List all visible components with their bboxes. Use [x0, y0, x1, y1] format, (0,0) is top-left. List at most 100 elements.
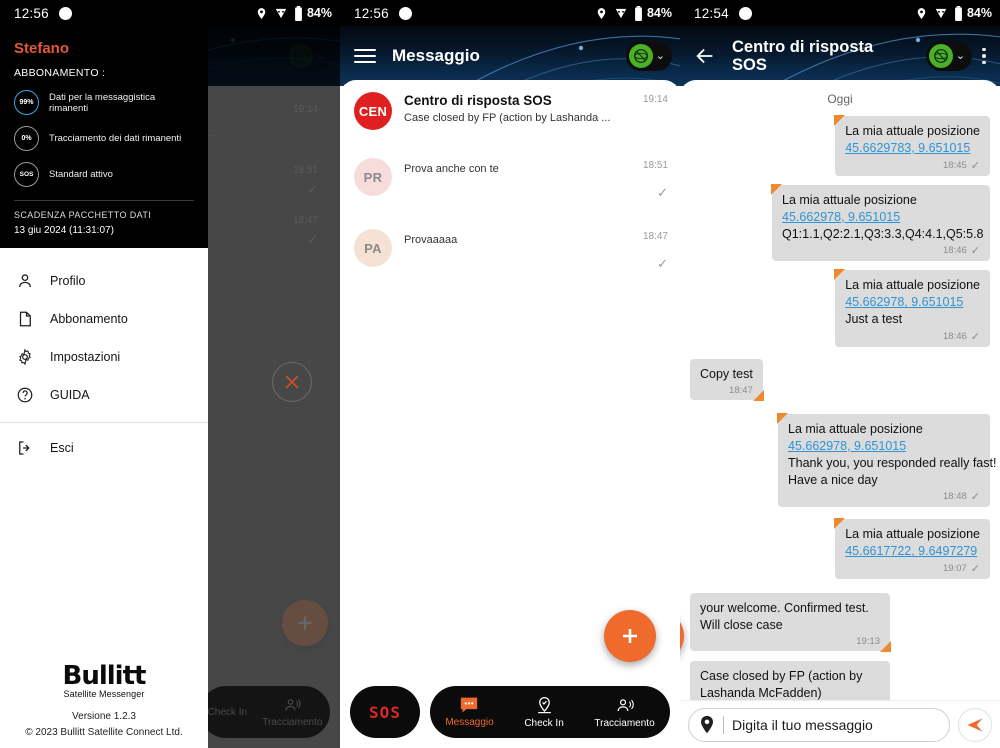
chat-bubble[interactable]: La mia attuale posizione 45.662978, 9.65…: [777, 412, 996, 508]
conversation-item[interactable]: PR Prova anche con te 18:51 ✓: [340, 140, 680, 211]
conversation-body: Centro di risposta SOS Case closed by FP…: [404, 92, 635, 124]
ghost-time-1: 19:14: [292, 104, 318, 115]
menu-item-profilo[interactable]: Profilo: [0, 262, 208, 300]
nav-item-messaggio[interactable]: Messaggio: [445, 696, 494, 728]
bubble-coordinates[interactable]: 45.662978, 9.651015: [845, 294, 980, 311]
delivery-tick-icon: ✓: [970, 159, 980, 172]
kebab-menu-icon[interactable]: [976, 47, 992, 65]
location-icon: [597, 7, 606, 19]
bubble-time: 18:48: [943, 491, 967, 503]
bubble-extra-line-2: Have a nice day: [788, 472, 878, 487]
bubble-coordinates[interactable]: 45.662978, 9.651015: [788, 438, 980, 455]
bubble-time: 18:47: [729, 384, 753, 396]
bubble-text: La mia attuale posizione: [788, 421, 923, 436]
status-icons: 84%: [915, 5, 992, 21]
conversation-item[interactable]: CEN Centro di risposta SOS Case closed b…: [340, 80, 680, 140]
vpn-icon: [615, 8, 627, 18]
bubble-coordinates[interactable]: 45.6629783, 9.651015: [845, 140, 980, 157]
quota-badge-tracking: 0%: [14, 126, 39, 151]
nav-item-checkin[interactable]: Check In: [524, 696, 564, 729]
status-time: 12:54: [694, 5, 729, 21]
send-icon: [967, 717, 983, 732]
chat-bubble[interactable]: Case closed by FP (action by Lashanda Mc…: [690, 660, 890, 700]
conversation-meta: 19:14: [643, 92, 668, 105]
battery-icon: [635, 5, 642, 21]
message-input-bar: Digita il tuo messaggio: [680, 700, 1000, 748]
chat-bubble[interactable]: La mia attuale posizione 45.6617722, 9.6…: [834, 518, 990, 580]
chat-row: Copy test 18:47: [680, 359, 1000, 401]
avatar: PR: [354, 158, 392, 196]
menu-item-impostazioni[interactable]: Impostazioni: [0, 338, 208, 376]
chat-bubble[interactable]: La mia attuale posizione 45.662978, 9.65…: [771, 183, 990, 262]
nav-item-messaggio-label: Messaggio: [445, 717, 494, 728]
bubble-text: your welcome. Confirmed test. Will close…: [700, 601, 869, 632]
input-divider: [723, 715, 724, 734]
sos-button[interactable]: SOS: [350, 686, 420, 738]
battery-icon: [295, 5, 302, 21]
bubble-time: 19:07: [943, 563, 967, 575]
menu-item-impostazioni-label: Impostazioni: [50, 350, 121, 364]
add-button-ghost: [282, 600, 328, 646]
location-pin-icon[interactable]: [699, 715, 715, 734]
bubble-time: 19:13: [856, 635, 880, 647]
satellite-status-button[interactable]: ⌄: [625, 41, 672, 71]
nav-item-tracciamento[interactable]: Tracciamento: [594, 696, 655, 729]
satellite-status-button[interactable]: ⌄: [925, 41, 972, 71]
sos-label: SOS: [369, 702, 401, 722]
bubble-coordinates[interactable]: 45.662978, 9.651015: [782, 209, 980, 226]
message-icon: [461, 697, 478, 713]
tracking-icon: [285, 699, 301, 711]
copyright: © 2023 Bullitt Satellite Connect Ltd.: [25, 727, 183, 738]
chat-bubble[interactable]: Copy test 18:47: [690, 359, 764, 401]
chat-bubble[interactable]: your welcome. Confirmed test. Will close…: [690, 593, 891, 652]
quota-row-tracking: 0% Tracciamento dei dati rimanenti: [14, 126, 194, 151]
camera-punchhole-icon: [738, 6, 752, 20]
send-button[interactable]: [958, 707, 992, 742]
help-icon: [16, 386, 34, 404]
battery-percent: 84%: [306, 6, 332, 20]
add-message-button[interactable]: [604, 610, 656, 662]
app-header: Messaggio ⌄: [340, 26, 680, 86]
screen-message-list: 12:56 84% Messaggio ⌄ CEN Centro di risp…: [340, 0, 680, 748]
app-header: Centro di risposta SOS ⌄: [680, 26, 1000, 86]
avatar: PA: [354, 229, 392, 267]
conversation-item[interactable]: PA Provaaaaa 18:47 ✓: [340, 211, 680, 282]
nav-item-tracciamento-label: Tracciamento: [594, 717, 655, 729]
bubble-time: 18:46: [943, 245, 967, 257]
ghost-conversation-column: 19:14 a ... 18:51 ✓ 18:47 ✓: [200, 86, 340, 748]
hamburger-icon[interactable]: [354, 49, 376, 63]
conversation-time: 18:47: [642, 231, 668, 242]
chat-bubble[interactable]: La mia attuale posizione 45.6629783, 9.6…: [834, 115, 990, 176]
status-time: 12:56: [14, 5, 49, 21]
message-input-placeholder: Digita il tuo messaggio: [732, 716, 873, 733]
ghost-tick-2: ✓: [307, 182, 318, 197]
chat-bubble[interactable]: La mia attuale posizione 45.662978, 9.65…: [834, 269, 990, 347]
conversation-preview: Provaaaaa: [404, 234, 458, 246]
satellite-icon: [628, 44, 653, 68]
page-title: Centro di risposta SOS: [732, 37, 874, 74]
back-arrow-icon[interactable]: [694, 45, 716, 67]
menu-item-guida-label: GUIDA: [50, 388, 90, 402]
app-version: Versione 1.2.3: [72, 711, 136, 722]
bubble-text: La mia attuale posizione: [782, 192, 917, 207]
conversation-title: Centro di risposta SOS: [404, 93, 552, 108]
bubble-coordinates[interactable]: 45.6617722, 9.6497279: [845, 543, 980, 560]
brand-name: Bullitt: [62, 661, 147, 691]
message-input-field[interactable]: Digita il tuo messaggio: [688, 707, 950, 742]
day-separator: Oggi: [827, 92, 853, 106]
bubble-text: La mia attuale posizione: [845, 278, 980, 293]
menu-item-esci[interactable]: Esci: [0, 429, 208, 467]
menu-item-abbonamento[interactable]: Abbonamento: [0, 300, 208, 338]
quota-label-messaging: Dati per la messaggistica rimanenti: [49, 91, 156, 114]
location-icon: [257, 7, 266, 19]
bubble-extra-line: Q1:1.1,Q2:2.1,Q3:3.3,Q4:4.1,Q5:5.8: [782, 226, 984, 241]
nav-item-checkin-label: Check In: [524, 717, 564, 729]
menu-item-guida[interactable]: GUIDA: [0, 376, 208, 414]
nav-ghost-tracking: Tracciamento: [262, 696, 322, 728]
bubble-text: La mia attuale posizione: [845, 527, 980, 542]
quota-badge-messaging: 99%: [14, 90, 39, 115]
delivery-tick-icon: ✓: [970, 563, 980, 576]
delivery-tick-icon: ✓: [970, 331, 980, 343]
chevron-down-icon: ⌄: [955, 49, 965, 62]
quota-row-sos: SOS Standard attivo: [14, 162, 194, 187]
